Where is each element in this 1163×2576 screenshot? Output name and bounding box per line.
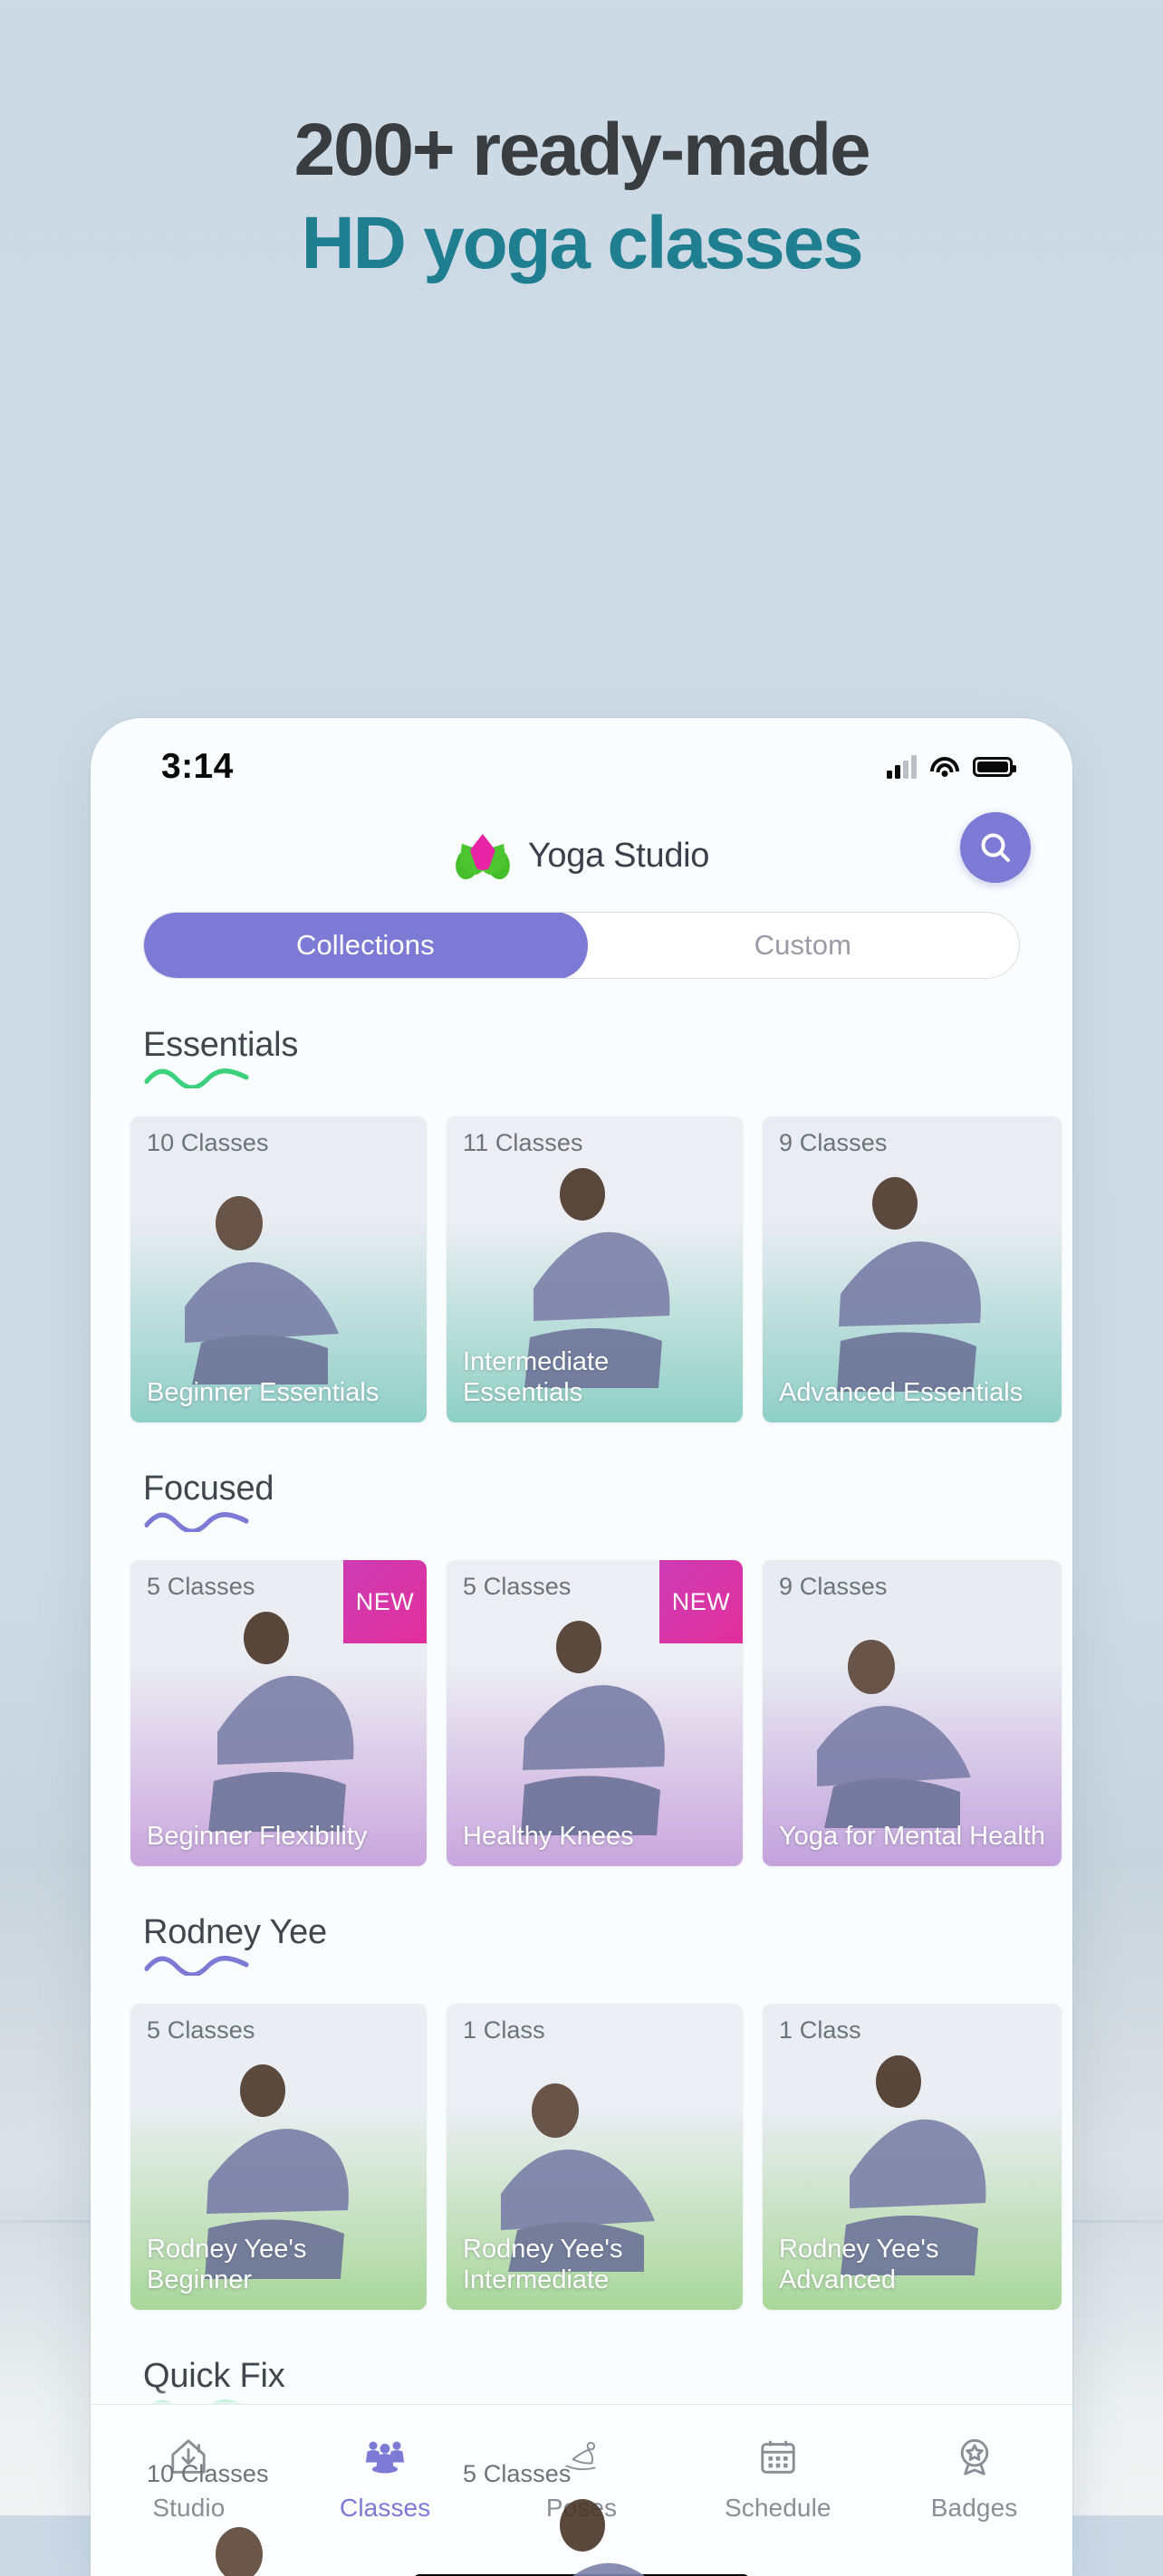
card-class-count: 5 Classes xyxy=(463,1573,572,1600)
segmented-control-wrap: Collections Custom xyxy=(91,906,1072,979)
card-title: Rodney Yee's Intermediate xyxy=(463,2234,623,2294)
section-title: Rodney Yee xyxy=(143,1913,327,1951)
card-title: Rodney Yee's Beginner xyxy=(147,2234,307,2294)
wifi-icon xyxy=(929,755,960,779)
card-row[interactable]: 5 Classes Rodney Yee's Beginner 1 Class Rod… xyxy=(91,2004,1072,2310)
class-card[interactable]: 9 Classes Yoga for Mental Health xyxy=(763,1560,1062,1866)
battery-icon xyxy=(973,757,1016,777)
card-class-count: 1 Class xyxy=(779,2016,861,2044)
section-title: Essentials xyxy=(143,1026,299,1064)
section-header: Focused xyxy=(91,1470,1072,1537)
section-essentials: Essentials 10 Classes Beginner Essentials 1… xyxy=(91,1026,1072,1422)
cellular-signal-icon xyxy=(887,755,917,779)
card-class-count: 1 Class xyxy=(463,2016,545,2044)
new-badge: NEW xyxy=(659,1560,743,1643)
class-card[interactable]: 5 Classes Beginner Flexibility NEW xyxy=(130,1560,427,1866)
class-card[interactable]: 1 Class Rodney Yee's Intermediate xyxy=(447,2004,743,2310)
section-focused: Focused 5 Classes Beginner Flexibility NEW 5… xyxy=(91,1470,1072,1866)
app-title: Yoga Studio xyxy=(527,836,710,875)
class-card[interactable]: 5 Classes xyxy=(447,2447,743,2576)
section-rodney-yee: Rodney Yee 5 Classes Rodney Yee's Beginner… xyxy=(91,1913,1072,2310)
phone-mockup: 3:14 Yoga Studio Collections Custom Esse… xyxy=(91,718,1072,2576)
card-class-count: 9 Classes xyxy=(779,1129,888,1156)
tab-collections[interactable]: Collections xyxy=(144,913,589,978)
card-title: Intermediate Essentials xyxy=(463,1346,610,1407)
award-medal-icon[interactable] xyxy=(884,2428,1065,2485)
card-title: Healthy Knees xyxy=(463,1821,634,1851)
brand: Yoga Studio xyxy=(449,834,710,884)
app-header: Yoga Studio xyxy=(91,805,1072,906)
calendar-icon xyxy=(761,2440,795,2474)
tab-badges[interactable]: Badges xyxy=(884,2428,1065,2523)
class-card[interactable]: 11 Classes Intermediate Essentials xyxy=(447,1116,743,1422)
card-class-count: 10 Classes xyxy=(147,1129,269,1156)
class-card[interactable]: 9 Classes Advanced Essentials xyxy=(763,1116,1062,1422)
section-title: Quick Fix xyxy=(143,2357,285,2395)
class-card[interactable]: 10 Classes xyxy=(130,2447,427,2576)
new-badge: NEW xyxy=(343,1560,427,1643)
card-title: Advanced Essentials xyxy=(779,1377,1024,1407)
section-header: Essentials xyxy=(91,1026,1072,1093)
award-medal-icon xyxy=(960,2438,988,2475)
class-card[interactable]: 5 Classes Rodney Yee's Beginner xyxy=(130,2004,427,2310)
lotus-logo-icon xyxy=(449,834,516,884)
card-title: Rodney Yee's Advanced xyxy=(779,2234,939,2294)
search-button[interactable] xyxy=(960,812,1031,883)
card-row[interactable]: 5 Classes Beginner Flexibility NEW 5 Classe… xyxy=(91,1560,1072,1866)
card-class-count: 11 Classes xyxy=(463,1129,583,1156)
class-list: Essentials 10 Classes Beginner Essentials 1… xyxy=(91,1026,1072,2576)
status-time: 3:14 xyxy=(161,747,234,786)
tab-custom[interactable]: Custom xyxy=(587,913,1019,978)
headline-line-1: 200+ ready-made xyxy=(293,109,871,191)
section-underline xyxy=(144,1068,249,1090)
search-icon xyxy=(981,833,1010,862)
card-row[interactable]: 10 Classes Beginner Essentials 11 Classes I… xyxy=(91,1116,1072,1422)
tab-label: Badges xyxy=(930,2494,1018,2522)
class-card[interactable]: 5 Classes Healthy Knees NEW xyxy=(447,1560,743,1866)
class-card[interactable]: 10 Classes Beginner Essentials xyxy=(130,1116,427,1422)
promo-headline: 200+ ready-made HD yoga classes xyxy=(0,107,1163,292)
section-underline xyxy=(144,1956,249,1977)
class-card[interactable]: 1 Class Rodney Yee's Advanced xyxy=(763,2004,1062,2310)
segmented-control[interactable]: Collections Custom xyxy=(143,912,1020,979)
card-title: Beginner Essentials xyxy=(147,1377,380,1407)
section-title: Focused xyxy=(143,1470,274,1508)
status-bar: 3:14 xyxy=(91,718,1072,805)
card-class-count: 5 Classes xyxy=(147,1573,255,1600)
card-title: Beginner Flexibility xyxy=(147,1821,368,1851)
section-underline xyxy=(144,1512,249,1534)
card-class-count: 10 Classes xyxy=(147,2460,269,2487)
card-class-count: 5 Classes xyxy=(463,2460,572,2487)
card-class-count: 5 Classes xyxy=(147,2016,255,2044)
status-icons xyxy=(887,755,1016,779)
headline-line-2: HD yoga classes xyxy=(301,201,864,284)
section-header: Rodney Yee xyxy=(91,1913,1072,1980)
card-title: Yoga for Mental Health xyxy=(779,1821,1045,1851)
card-class-count: 9 Classes xyxy=(779,1573,888,1600)
